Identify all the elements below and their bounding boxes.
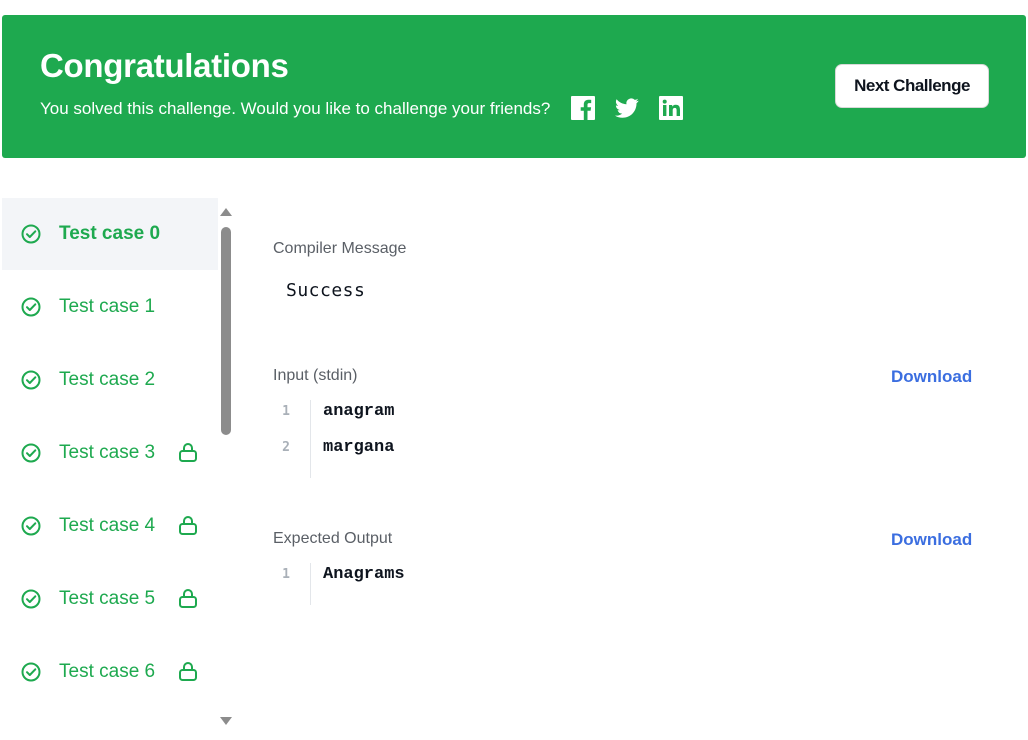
banner-subtitle: You solved this challenge. Would you lik…: [40, 99, 551, 118]
lock-icon: [178, 587, 198, 609]
check-circle-icon: [20, 296, 42, 318]
test-case-item[interactable]: Test case 3: [2, 417, 218, 489]
code-line: 1 Anagrams: [273, 563, 973, 599]
twitter-icon[interactable]: [615, 96, 639, 120]
code-line: 1 anagram: [273, 400, 973, 436]
check-circle-icon: [20, 442, 42, 464]
code-line: 2 margana: [273, 436, 973, 472]
code-text: margana: [323, 438, 395, 457]
check-circle-icon: [20, 661, 42, 683]
test-case-item[interactable]: Test case 4: [2, 490, 218, 562]
test-case-item[interactable]: Test case 6: [2, 636, 218, 708]
check-circle-icon: [20, 515, 42, 537]
facebook-icon[interactable]: [571, 96, 595, 120]
compiler-message-label: Compiler Message: [273, 240, 407, 257]
test-case-list: Test case 0 Test case 1 Test case 2 Test…: [0, 198, 218, 740]
scroll-up-arrow-icon[interactable]: [220, 208, 232, 216]
lock-icon: [178, 660, 198, 682]
scroll-thumb[interactable]: [221, 227, 231, 435]
success-banner: Congratulations You solved this challeng…: [2, 15, 1026, 158]
test-case-scrollbar[interactable]: [219, 205, 233, 730]
test-case-label: Test case 3: [59, 442, 156, 463]
test-case-label: Test case 6: [59, 661, 156, 682]
test-case-label: Test case 2: [59, 369, 156, 390]
line-number: 1: [282, 404, 290, 419]
check-circle-icon: [20, 223, 42, 245]
code-text: Anagrams: [323, 565, 405, 584]
banner-title: Congratulations: [40, 47, 289, 84]
test-case-item[interactable]: Test case 0: [2, 198, 218, 270]
linkedin-icon[interactable]: [659, 96, 683, 120]
compiler-message: Success: [286, 280, 366, 301]
lock-icon: [178, 514, 198, 536]
line-number: 2: [282, 440, 290, 455]
test-case-item[interactable]: Test case 2: [2, 344, 218, 416]
input-download-link[interactable]: Download: [891, 367, 972, 387]
input-label: Input (stdin): [273, 367, 358, 384]
output-download-link[interactable]: Download: [891, 530, 972, 550]
test-case-label: Test case 1: [59, 296, 156, 317]
output-code-block: 1 Anagrams: [273, 563, 973, 605]
code-text: anagram: [323, 402, 395, 421]
test-case-label: Test case 5: [59, 588, 156, 609]
expected-output-label: Expected Output: [273, 530, 393, 547]
test-case-label: Test case 0: [59, 223, 161, 244]
test-case-item[interactable]: Test case 5: [2, 563, 218, 635]
line-number: 1: [282, 567, 290, 582]
lock-icon: [178, 441, 198, 463]
test-case-item[interactable]: Test case 1: [2, 271, 218, 343]
input-code-block: 1 anagram 2 margana: [273, 400, 973, 478]
next-challenge-button[interactable]: Next Challenge: [835, 64, 989, 108]
check-circle-icon: [20, 369, 42, 391]
scroll-down-arrow-icon[interactable]: [220, 717, 232, 725]
test-case-label: Test case 4: [59, 515, 156, 536]
check-circle-icon: [20, 588, 42, 610]
